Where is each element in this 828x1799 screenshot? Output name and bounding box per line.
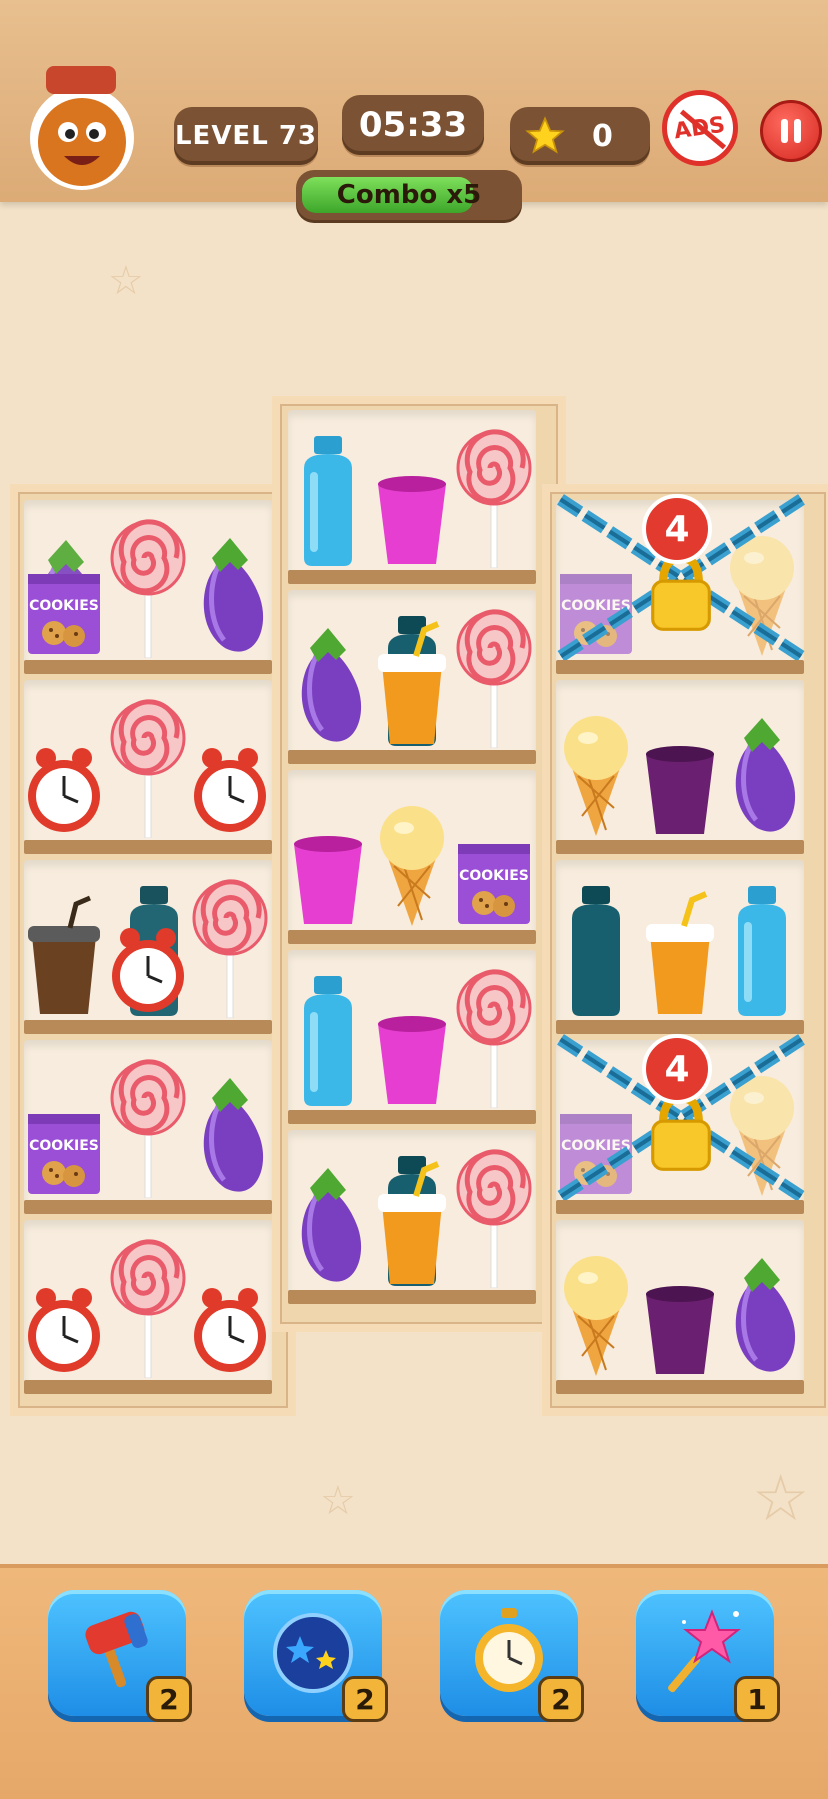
star-icon xyxy=(525,116,565,154)
level-indicator: LEVEL 73 xyxy=(174,107,318,165)
juice-cup-item[interactable] xyxy=(372,608,452,748)
lollipop-item[interactable] xyxy=(190,878,270,1018)
star-counter: 0 xyxy=(510,107,650,165)
hammer-booster-button[interactable]: 2 xyxy=(48,1590,192,1722)
lock-counter-badge: 4 xyxy=(642,494,712,564)
shelf-slot[interactable] xyxy=(556,860,804,1034)
juice-cup-item[interactable] xyxy=(640,878,720,1018)
water-bottle-item[interactable] xyxy=(288,428,368,568)
shelf-slot[interactable] xyxy=(288,770,536,944)
stopwatch-icon xyxy=(475,1608,543,1692)
shelf-slot[interactable] xyxy=(24,860,272,1034)
ice-cream-item[interactable] xyxy=(556,1238,636,1378)
shelf-slot[interactable] xyxy=(556,680,804,854)
player-avatar[interactable] xyxy=(28,62,136,192)
water-bottle-item[interactable] xyxy=(722,878,802,1018)
eggplant-item[interactable] xyxy=(722,1238,802,1378)
lollipop-item[interactable] xyxy=(108,1238,188,1378)
background-star-icon: ☆ xyxy=(752,1462,810,1536)
cookies-box-item[interactable] xyxy=(454,788,534,928)
pink-cup-item[interactable] xyxy=(288,788,368,928)
shelf-slot[interactable] xyxy=(24,680,272,854)
eggplant-item[interactable] xyxy=(190,518,270,658)
shuffle-booster-button[interactable]: 2 xyxy=(244,1590,388,1722)
shelf-slot[interactable] xyxy=(288,950,536,1124)
pink-cup-item[interactable] xyxy=(372,968,452,1108)
lollipop-item[interactable] xyxy=(454,428,534,568)
cookies-box-item[interactable] xyxy=(24,518,104,658)
lollipop-item[interactable] xyxy=(108,518,188,658)
water-bottle-item[interactable] xyxy=(288,968,368,1108)
lock-counter-badge: 4 xyxy=(642,1034,712,1104)
juice-cup-item[interactable] xyxy=(372,1148,452,1288)
booster-count: 1 xyxy=(734,1676,780,1722)
shelf-slot[interactable] xyxy=(24,1220,272,1394)
magic-wand-booster-button[interactable]: 1 xyxy=(636,1590,780,1722)
eggplant-item[interactable] xyxy=(288,608,368,748)
locked-shelf-slot[interactable]: 4 xyxy=(556,1040,804,1214)
coffee-cup-item[interactable] xyxy=(24,878,104,1018)
shelf-slot[interactable] xyxy=(288,1130,536,1304)
remove-ads-button[interactable]: ADS xyxy=(662,90,738,166)
shelf-slot[interactable] xyxy=(556,1220,804,1394)
lollipop-item[interactable] xyxy=(454,968,534,1108)
booster-count: 2 xyxy=(342,1676,388,1722)
booster-count: 2 xyxy=(146,1676,192,1722)
eggplant-item[interactable] xyxy=(722,698,802,838)
ice-cream-item[interactable] xyxy=(372,788,452,928)
alarm-clock-item[interactable] xyxy=(24,1238,104,1378)
star-count: 0 xyxy=(592,118,613,154)
lollipop-item[interactable] xyxy=(454,1148,534,1288)
pink-cup-item[interactable] xyxy=(372,428,452,568)
magic-wand-icon xyxy=(668,1609,741,1693)
pause-button[interactable] xyxy=(760,100,822,162)
dark-bottle-item[interactable] xyxy=(556,878,636,1018)
shelf-slot[interactable] xyxy=(24,1040,272,1214)
combo-label: Combo x5 xyxy=(336,180,482,210)
pause-icon xyxy=(781,119,801,143)
locked-shelf-slot[interactable]: 4 xyxy=(556,500,804,674)
freeze-time-booster-button[interactable]: 2 xyxy=(440,1590,584,1722)
background-star-icon: ☆ xyxy=(320,1478,356,1524)
purple-cup-item[interactable] xyxy=(640,698,720,838)
lollipop-item[interactable] xyxy=(108,698,188,838)
alarm-clock-item[interactable] xyxy=(190,698,270,838)
combo-meter: Combo x5 xyxy=(296,170,522,220)
shelf-slot[interactable] xyxy=(24,500,272,674)
shelf-slot[interactable] xyxy=(288,410,536,584)
alarm-clock-item[interactable] xyxy=(108,878,188,1018)
eggplant-item[interactable] xyxy=(288,1148,368,1288)
background-star-icon: ☆ xyxy=(108,258,144,304)
lollipop-item[interactable] xyxy=(108,1058,188,1198)
shelf-slot[interactable] xyxy=(288,590,536,764)
ice-cream-item[interactable] xyxy=(556,698,636,838)
purple-cup-item[interactable] xyxy=(640,1238,720,1378)
booster-count: 2 xyxy=(538,1676,584,1722)
countdown-timer: 05:33 xyxy=(342,95,484,155)
alarm-clock-item[interactable] xyxy=(190,1238,270,1378)
eggplant-item[interactable] xyxy=(190,1058,270,1198)
hammer-icon xyxy=(85,1611,148,1688)
lollipop-item[interactable] xyxy=(454,608,534,748)
alarm-clock-item[interactable] xyxy=(24,698,104,838)
cookies-box-item[interactable] xyxy=(24,1058,104,1198)
